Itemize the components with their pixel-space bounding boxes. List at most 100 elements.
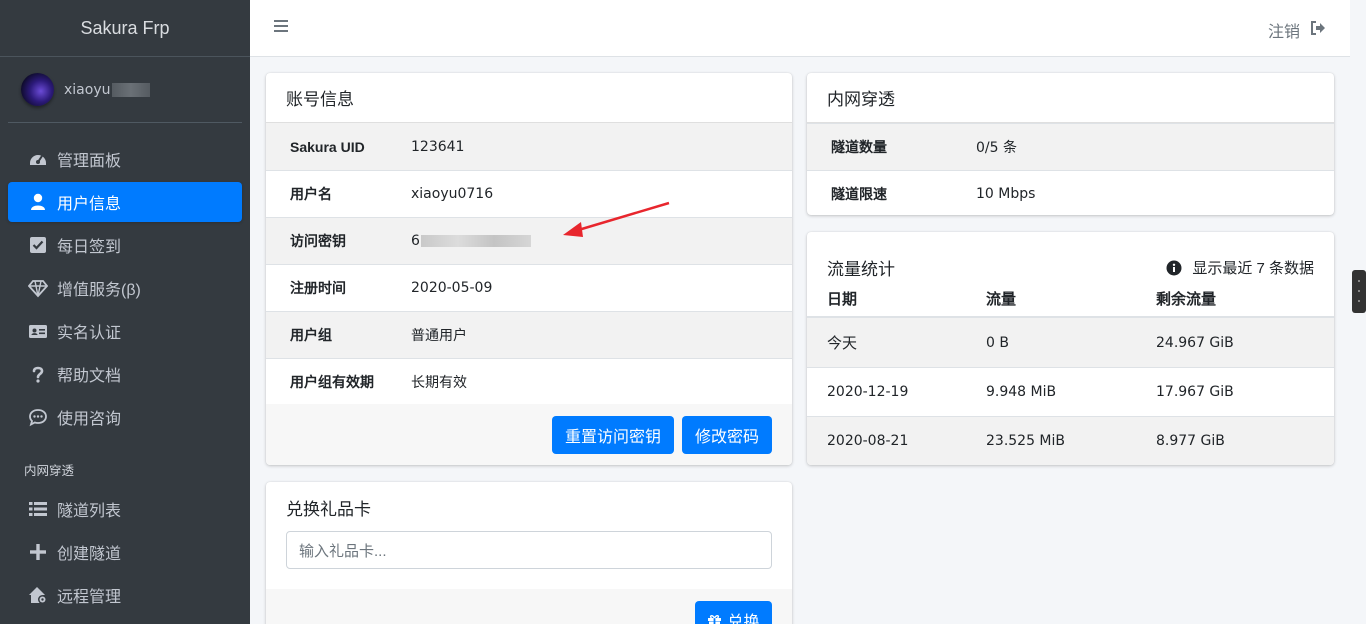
account-info-card: 账号信息 Sakura UID 123641 用户名 xiaoyu0716 访问… <box>266 73 792 465</box>
redeem-button[interactable]: 兑换 <box>695 601 772 624</box>
tunnel-key: 隧道数量 <box>831 140 887 156</box>
sidebar-item-label: 帮助文档 <box>57 368 122 385</box>
user-name[interactable]: xiaoyu <box>64 82 110 98</box>
col-date: 日期 <box>827 290 858 308</box>
cell-used: 23.525 MiB <box>986 433 1066 449</box>
list-icon <box>28 499 48 519</box>
account-row-username: 用户名 xiaoyu0716 <box>266 170 792 217</box>
cell-used: 9.948 MiB <box>986 384 1057 400</box>
logout-button[interactable]: 注销 <box>1268 18 1326 42</box>
cell-date: 2020-12-19 <box>827 384 909 400</box>
cell-date: 今天 <box>827 334 858 352</box>
gift-icon <box>707 613 722 624</box>
redeem-label: 兑换 <box>727 614 760 624</box>
annotation-arrow <box>563 201 670 237</box>
tunnel-value: 0/5 条 <box>976 140 1017 156</box>
account-info-table: Sakura UID 123641 用户名 xiaoyu0716 访问密钥 6 … <box>266 123 792 405</box>
giftcard-title: 兑换礼品卡 <box>286 499 371 519</box>
user-icon <box>28 192 48 212</box>
col-used: 流量 <box>986 290 1017 308</box>
check-square-icon <box>28 235 48 255</box>
giftcard-input[interactable]: 输入礼品卡... <box>286 531 772 569</box>
tunnel-key: 隧道限速 <box>831 187 887 203</box>
hamburger-icon[interactable] <box>274 20 288 34</box>
sidebar-item-tunnel-list[interactable]: 隧道列表 <box>8 489 242 529</box>
sidebar-item-label: 隧道列表 <box>57 503 122 520</box>
cell-remaining: 17.967 GiB <box>1156 384 1234 400</box>
giftcard-footer: 兑换 <box>266 589 792 624</box>
account-value: 2020-05-09 <box>411 280 493 296</box>
account-value: xiaoyu0716 <box>411 186 494 202</box>
traffic-table-header: 日期 流量 剩余流量 <box>807 280 1334 318</box>
cell-used: 0 B <box>986 334 1009 351</box>
table-row: 今天 0 B 24.967 GiB <box>807 318 1334 367</box>
redacted-blur <box>112 82 151 97</box>
table-row: 2020-08-21 23.525 MiB 8.977 GiB <box>807 416 1334 465</box>
tunnel-value: 10 Mbps <box>976 186 1036 202</box>
sidebar: Sakura Frp xiaoyu 管理面板 用户信息 每日签到 增值服务(β)… <box>0 0 250 624</box>
sidebar-item-label: 管理面板 <box>57 153 122 170</box>
change-password-button[interactable]: 修改密码 <box>682 416 772 454</box>
tunnel-row-speed: 隧道限速 10 Mbps <box>807 170 1334 215</box>
sidebar-item-label: 使用咨询 <box>57 411 122 428</box>
brand-title[interactable]: Sakura Frp <box>0 0 250 57</box>
avatar[interactable] <box>21 73 54 106</box>
reset-access-key-button[interactable]: 重置访问密钥 <box>552 416 674 454</box>
giftcard-card: 兑换礼品卡 输入礼品卡... 兑换 <box>266 482 792 624</box>
sidebar-nav-tunnel: 隧道列表 创建隧道 远程管理 <box>0 489 250 615</box>
account-info-title: 账号信息 <box>266 73 792 123</box>
plus-icon <box>28 542 48 562</box>
sidebar-nav: 管理面板 用户信息 每日签到 增值服务(β) 实名认证 帮助文档 使用咨询 <box>0 139 250 437</box>
user-name-wrap[interactable]: xiaoyu <box>64 82 151 98</box>
sign-out-icon <box>1310 20 1326 41</box>
account-key: 注册时间 <box>290 281 346 297</box>
diamond-icon <box>28 278 48 298</box>
sidebar-item-dashboard[interactable]: 管理面板 <box>8 139 242 179</box>
col-remaining: 剩余流量 <box>1156 290 1217 308</box>
account-row-group: 用户组 普通用户 <box>266 311 792 358</box>
account-key: Sakura UID <box>290 138 365 155</box>
cell-remaining: 24.967 GiB <box>1156 334 1234 351</box>
cell-date: 2020-08-21 <box>827 433 909 449</box>
sidebar-item-label: 创建隧道 <box>57 546 122 563</box>
account-value: 123641 <box>411 138 465 155</box>
tunnel-title: 内网穿透 <box>807 73 1334 123</box>
sidebar-item-daily-checkin[interactable]: 每日签到 <box>8 225 242 265</box>
id-card-icon <box>28 321 48 341</box>
sidebar-item-verification[interactable]: 实名认证 <box>8 311 242 351</box>
sidebar-item-label: 实名认证 <box>57 325 122 342</box>
nav-section-header: 内网穿透 <box>24 464 75 478</box>
account-row-group-expiry: 用户组有效期 长期有效 <box>266 358 792 405</box>
sidebar-item-create-tunnel[interactable]: 创建隧道 <box>8 532 242 572</box>
sidebar-item-label: 用户信息 <box>57 196 122 213</box>
account-key: 用户名 <box>290 187 332 203</box>
sidebar-item-docs[interactable]: 帮助文档 <box>8 354 242 394</box>
traffic-card: 流量统计 显示最近 7 条数据 日期 流量 剩余流量 今天 0 B 24.967… <box>807 232 1334 465</box>
house-gear-icon <box>28 585 48 605</box>
traffic-hint-label: 显示最近 7 条数据 <box>1192 260 1314 277</box>
scrollbar-thumb[interactable] <box>1352 270 1366 313</box>
question-icon <box>28 364 48 384</box>
sidebar-item-consult[interactable]: 使用咨询 <box>8 397 242 437</box>
account-row-uid: Sakura UID 123641 <box>266 123 792 170</box>
sidebar-item-premium[interactable]: 增值服务(β) <box>8 268 242 308</box>
traffic-title: 流量统计 <box>827 260 895 279</box>
sidebar-item-label: 增值服务(β) <box>57 282 141 299</box>
account-card-footer: 重置访问密钥 修改密码 <box>266 404 792 465</box>
traffic-hint: 显示最近 7 条数据 <box>1166 257 1314 278</box>
account-row-access-key: 访问密钥 6 <box>266 217 792 264</box>
info-circle-icon <box>1166 260 1182 276</box>
account-key: 用户组 <box>290 328 332 344</box>
comment-dots-icon <box>28 407 48 427</box>
redacted-blur <box>420 235 531 247</box>
logout-label: 注销 <box>1267 24 1300 41</box>
account-key: 访问密钥 <box>290 234 346 250</box>
account-value: 长期有效 <box>411 375 467 391</box>
user-panel: xiaoyu <box>8 57 242 123</box>
sidebar-item-user-info[interactable]: 用户信息 <box>8 182 242 222</box>
sidebar-item-label: 每日签到 <box>57 239 122 256</box>
account-row-register-time: 注册时间 2020-05-09 <box>266 264 792 311</box>
sidebar-item-remote-manage[interactable]: 远程管理 <box>8 575 242 615</box>
tunnel-card: 内网穿透 隧道数量 0/5 条 隧道限速 10 Mbps <box>807 73 1334 215</box>
tunnel-row-count: 隧道数量 0/5 条 <box>807 123 1334 170</box>
